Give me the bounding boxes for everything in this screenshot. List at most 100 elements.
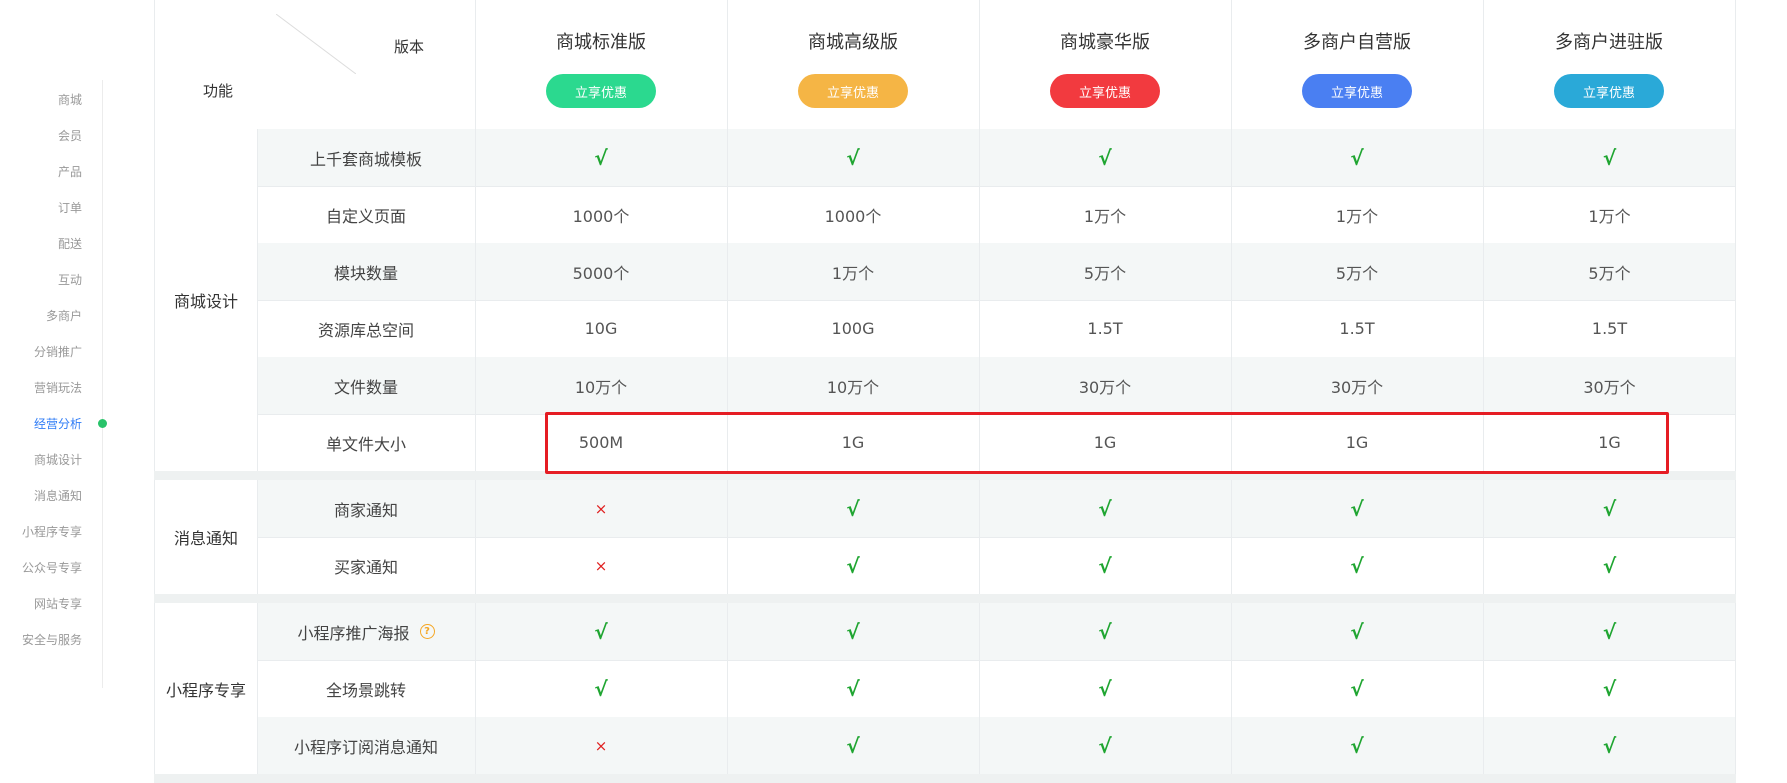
feature-name: 自定义页面 — [257, 186, 475, 243]
sidebar-item[interactable]: 订单 — [58, 199, 82, 216]
sidebar-item[interactable]: 产品 — [58, 163, 82, 180]
feature-name: 商家通知 — [257, 480, 475, 537]
feature-label: 自定义页面 — [325, 206, 406, 226]
value-cell: √ — [1231, 603, 1483, 660]
value-cell: 1.5T — [979, 300, 1231, 357]
value-cell: 10万个 — [727, 357, 979, 414]
grid-line — [475, 0, 476, 129]
value-text: 10G — [584, 319, 618, 338]
value-cell: √ — [1231, 129, 1483, 186]
check-icon: √ — [594, 676, 608, 701]
grid-line — [154, 129, 155, 471]
value-cell: √ — [727, 717, 979, 774]
version-title: 多商户自营版 — [1303, 32, 1411, 53]
check-icon: √ — [1098, 619, 1112, 644]
sidebar-item[interactable]: 商城 — [58, 91, 82, 108]
header-version-label: 版本 — [394, 38, 425, 56]
header-diagonal — [276, 14, 356, 74]
value-text: 1万个 — [1083, 206, 1127, 226]
sidebar-item[interactable]: 会员 — [58, 127, 82, 144]
sidebar-item[interactable]: 安全与服务 — [22, 631, 82, 648]
sidebar-item[interactable]: 营销玩法 — [34, 379, 82, 396]
value-cell: 5000个 — [475, 243, 727, 300]
check-icon: √ — [846, 145, 860, 170]
value-text: 5万个 — [1588, 263, 1631, 283]
value-cell: 30万个 — [1231, 357, 1483, 414]
grid-line — [1483, 603, 1484, 774]
grid-line — [257, 603, 258, 774]
value-cell: √ — [727, 537, 979, 594]
version-title: 多商户进驻版 — [1555, 32, 1663, 53]
value-text: 5万个 — [1083, 263, 1127, 283]
value-text: 1000个 — [824, 206, 882, 226]
grid-line — [1231, 603, 1232, 774]
feature-name: 资源库总空间 — [257, 300, 475, 357]
feature-label: 资源库总空间 — [317, 320, 414, 340]
value-cell: × — [475, 537, 727, 594]
value-cell: 30万个 — [979, 357, 1231, 414]
sidebar-item[interactable]: 互动 — [58, 271, 82, 288]
sidebar-item[interactable]: 网站专享 — [34, 595, 82, 612]
grid-line — [1735, 0, 1736, 129]
grid-line — [257, 129, 258, 471]
grid-line — [727, 480, 728, 594]
grid-line — [257, 480, 258, 594]
value-cell: × — [475, 480, 727, 537]
value-cell: 100G — [727, 300, 979, 357]
grid-line — [154, 480, 155, 594]
claim-offer-button[interactable]: 立享优惠 — [1050, 74, 1160, 108]
value-text: 1万个 — [831, 263, 875, 283]
value-cell: × — [475, 717, 727, 774]
value-cell: 1万个 — [1231, 186, 1483, 243]
check-icon: √ — [846, 676, 860, 701]
check-icon: √ — [594, 145, 608, 170]
feature-label: 上千套商城模板 — [309, 149, 422, 169]
value-cell: √ — [1483, 660, 1736, 717]
grid-line — [1735, 480, 1736, 594]
sidebar-item[interactable]: 多商户 — [46, 307, 82, 324]
check-icon: √ — [594, 619, 608, 644]
grid-line — [727, 603, 728, 774]
sidebar-item[interactable]: 配送 — [58, 235, 82, 252]
feature-label: 小程序推广海报 — [297, 623, 410, 643]
value-cell: √ — [1483, 129, 1736, 186]
claim-offer-button[interactable]: 立享优惠 — [1554, 74, 1664, 108]
value-cell: 1万个 — [979, 186, 1231, 243]
value-cell: 1.5T — [1231, 300, 1483, 357]
sidebar-item[interactable]: 消息通知 — [34, 487, 82, 504]
check-icon: √ — [846, 619, 860, 644]
value-text: 1000个 — [572, 206, 630, 226]
claim-offer-button[interactable]: 立享优惠 — [798, 74, 908, 108]
value-text: 10万个 — [826, 377, 880, 397]
value-text: 5000个 — [572, 263, 630, 283]
feature-label: 买家通知 — [333, 557, 398, 577]
version-title: 商城标准版 — [556, 32, 646, 53]
grid-line — [979, 603, 980, 774]
value-text: 100G — [831, 319, 875, 338]
claim-offer-button[interactable]: 立享优惠 — [1302, 74, 1412, 108]
value-cell: √ — [727, 660, 979, 717]
active-indicator-dot — [98, 419, 107, 428]
claim-offer-button[interactable]: 立享优惠 — [546, 74, 656, 108]
check-icon: √ — [1098, 145, 1112, 170]
sidebar-item[interactable]: 公众号专享 — [22, 559, 82, 576]
sidebar-item[interactable]: 商城设计 — [34, 451, 82, 468]
feature-name: 小程序推广海报? — [257, 603, 475, 660]
feature-label: 全场景跳转 — [325, 680, 406, 700]
check-icon: √ — [1602, 553, 1617, 578]
value-cell: √ — [727, 480, 979, 537]
check-icon: √ — [846, 733, 860, 758]
value-cell: 5万个 — [979, 243, 1231, 300]
value-text: 1万个 — [1335, 206, 1379, 226]
value-cell: 1万个 — [1483, 186, 1736, 243]
value-cell: √ — [979, 537, 1231, 594]
grid-line — [979, 480, 980, 594]
sidebar-item[interactable]: 分销推广 — [34, 343, 82, 360]
sidebar-item[interactable]: 小程序专享 — [22, 523, 82, 540]
sidebar-item[interactable]: 经营分析 — [34, 415, 82, 432]
value-text: 5万个 — [1335, 263, 1379, 283]
cross-icon: × — [594, 499, 608, 518]
value-cell: √ — [1483, 480, 1736, 537]
version-title: 商城高级版 — [808, 32, 898, 53]
help-icon[interactable]: ? — [419, 624, 435, 639]
